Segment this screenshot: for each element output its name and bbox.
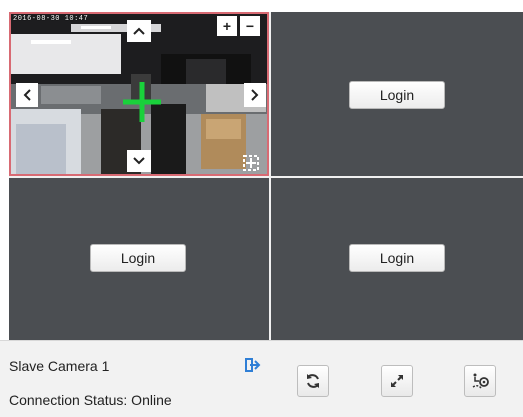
- video-tile-4[interactable]: Login: [271, 178, 523, 340]
- video-grid: 2016-08-30 10:47 + − Login Login Login: [9, 12, 523, 340]
- track-button[interactable]: [464, 365, 496, 397]
- login-button-4[interactable]: Login: [349, 244, 445, 272]
- fullscreen-button[interactable]: [381, 365, 413, 397]
- video-tile-3[interactable]: Login: [9, 178, 269, 340]
- camera-name: Slave Camera 1: [9, 358, 110, 374]
- login-button-3[interactable]: Login: [90, 244, 186, 272]
- chevron-right-icon: [251, 89, 259, 101]
- video-tile-1-selected[interactable]: 2016-08-30 10:47 + −: [9, 12, 269, 176]
- logout-icon[interactable]: [245, 358, 261, 372]
- refresh-icon: [307, 374, 319, 388]
- ptz-up-button[interactable]: [127, 20, 151, 42]
- zoom-out-button[interactable]: −: [240, 16, 260, 36]
- chevron-left-icon: [23, 89, 31, 101]
- ptz-left-button[interactable]: [16, 83, 38, 107]
- area-zoom-button[interactable]: [240, 152, 262, 174]
- minus-icon: −: [245, 18, 255, 34]
- video-tile-2[interactable]: Login: [271, 12, 523, 176]
- area-zoom-icon: [243, 155, 259, 171]
- ptz-down-button[interactable]: [127, 150, 151, 172]
- chevron-down-icon: [133, 157, 145, 165]
- ptz-right-button[interactable]: [244, 83, 266, 107]
- track-icon: [472, 373, 489, 389]
- zoom-in-button[interactable]: +: [217, 16, 237, 36]
- connection-status: Connection Status: Online: [9, 392, 172, 408]
- camera-info-panel: Slave Camera 1 Connection Status: Online: [0, 340, 523, 417]
- refresh-button[interactable]: [297, 365, 329, 397]
- plus-icon: +: [222, 18, 232, 34]
- timestamp-overlay: 2016-08-30 10:47: [13, 15, 89, 23]
- fullscreen-icon: [391, 375, 403, 387]
- login-button-2[interactable]: Login: [349, 81, 445, 109]
- chevron-up-icon: [133, 27, 145, 35]
